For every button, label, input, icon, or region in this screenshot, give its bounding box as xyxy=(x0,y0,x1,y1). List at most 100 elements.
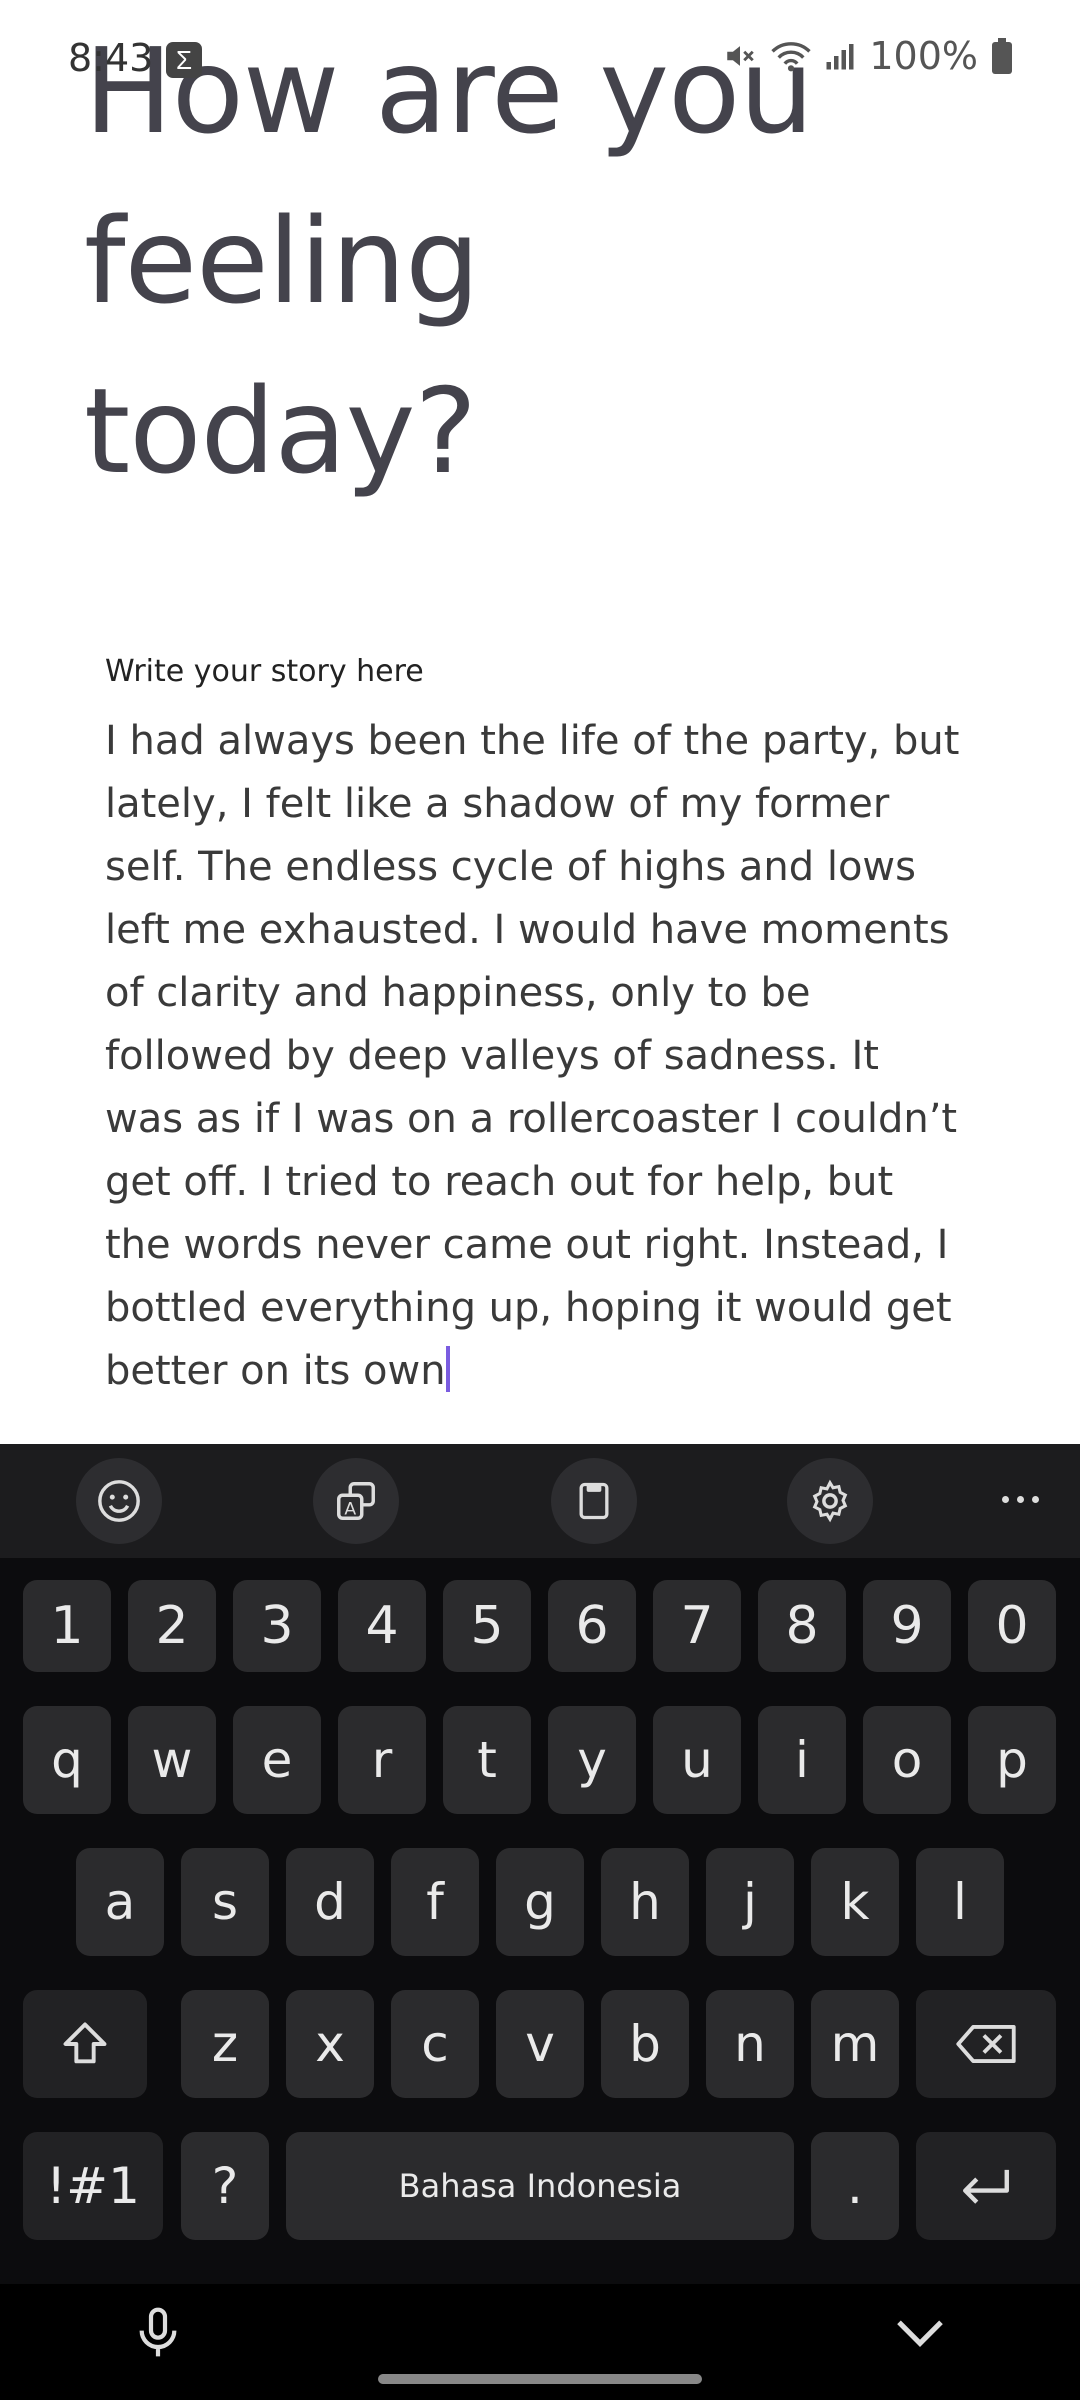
space-key[interactable]: Bahasa Indonesia xyxy=(286,2132,794,2240)
enter-icon xyxy=(963,2169,1009,2204)
key-4[interactable]: 4 xyxy=(338,1580,426,1672)
key-d[interactable]: d xyxy=(286,1848,374,1956)
mute-icon xyxy=(723,39,757,73)
key-u[interactable]: u xyxy=(653,1706,741,1814)
key-i-label: i xyxy=(795,1731,809,1789)
key-0-label: 0 xyxy=(995,1596,1029,1656)
symbols-key-label: !#1 xyxy=(46,2157,140,2215)
key-5-label: 5 xyxy=(470,1596,504,1656)
key-v[interactable]: v xyxy=(496,1990,584,2098)
signal-icon xyxy=(825,41,855,71)
key-b-label: b xyxy=(629,2015,661,2073)
key-r-label: r xyxy=(371,1731,393,1789)
shift-key[interactable] xyxy=(23,1990,147,2098)
hide-keyboard-chevron-down-icon[interactable] xyxy=(892,2314,948,2359)
key-t-label: t xyxy=(477,1731,497,1789)
page-title: How are you feeling today? xyxy=(84,22,814,500)
key-x-label: x xyxy=(315,2015,345,2073)
key-1-label: 1 xyxy=(50,1596,84,1656)
key-4-label: 4 xyxy=(365,1596,399,1656)
key-p-label: p xyxy=(996,1731,1028,1789)
key-2[interactable]: 2 xyxy=(128,1580,216,1672)
shift-icon xyxy=(63,2022,107,2064)
key-8[interactable]: 8 xyxy=(758,1580,846,1672)
key-9-label: 9 xyxy=(890,1596,924,1656)
key-n-label: n xyxy=(734,2015,766,2073)
on-screen-keyboard: A 1 2 3 4 5 6 7 8 9 0 q w e r t y u i o p a s d f g h j k l z x c v b n m !#… xyxy=(0,1444,1080,2400)
key-i[interactable]: i xyxy=(758,1706,846,1814)
key-8-label: 8 xyxy=(785,1596,819,1656)
keyboard-toolbar: A xyxy=(0,1444,1080,1558)
key-j[interactable]: j xyxy=(706,1848,794,1956)
key-g-label: g xyxy=(524,1873,556,1931)
key-j-label: j xyxy=(743,1873,757,1931)
more-icon[interactable] xyxy=(990,1474,1050,1524)
key-o-label: o xyxy=(891,1731,923,1789)
key-b[interactable]: b xyxy=(601,1990,689,2098)
key-k[interactable]: k xyxy=(811,1848,899,1956)
key-9[interactable]: 9 xyxy=(863,1580,951,1672)
status-icons: 100% xyxy=(723,34,1012,78)
key-question-label: ? xyxy=(211,2157,239,2215)
key-t[interactable]: t xyxy=(443,1706,531,1814)
key-c[interactable]: c xyxy=(391,1990,479,2098)
key-3[interactable]: 3 xyxy=(233,1580,321,1672)
key-q[interactable]: q xyxy=(23,1706,111,1814)
home-indicator[interactable] xyxy=(378,2374,702,2384)
battery-icon xyxy=(992,38,1012,74)
backspace-key[interactable] xyxy=(916,1990,1056,2098)
key-question[interactable]: ? xyxy=(181,2132,269,2240)
enter-key[interactable] xyxy=(916,2132,1056,2240)
key-q-label: q xyxy=(51,1731,83,1789)
story-text: I had always been the life of the party,… xyxy=(105,718,973,1394)
story-text-field[interactable]: I had always been the life of the party,… xyxy=(105,710,965,1403)
key-z[interactable]: z xyxy=(181,1990,269,2098)
key-2-label: 2 xyxy=(155,1596,189,1656)
key-y[interactable]: y xyxy=(548,1706,636,1814)
key-7-label: 7 xyxy=(680,1596,714,1656)
emoji-icon[interactable] xyxy=(76,1458,162,1544)
key-g[interactable]: g xyxy=(496,1848,584,1956)
key-f-label: f xyxy=(426,1873,444,1931)
microphone-icon[interactable] xyxy=(130,2304,186,2367)
key-k-label: k xyxy=(840,1873,870,1931)
key-w[interactable]: w xyxy=(128,1706,216,1814)
key-l[interactable]: l xyxy=(916,1848,1004,1956)
key-f[interactable]: f xyxy=(391,1848,479,1956)
wifi-icon xyxy=(771,39,812,73)
key-6-label: 6 xyxy=(575,1596,609,1656)
key-x[interactable]: x xyxy=(286,1990,374,2098)
key-m[interactable]: m xyxy=(811,1990,899,2098)
key-p[interactable]: p xyxy=(968,1706,1056,1814)
key-7[interactable]: 7 xyxy=(653,1580,741,1672)
key-0[interactable]: 0 xyxy=(968,1580,1056,1672)
key-h[interactable]: h xyxy=(601,1848,689,1956)
status-time: 8:43 xyxy=(68,36,154,80)
key-a[interactable]: a xyxy=(76,1848,164,1956)
key-o[interactable]: o xyxy=(863,1706,951,1814)
key-6[interactable]: 6 xyxy=(548,1580,636,1672)
key-e-label: e xyxy=(261,1731,293,1789)
key-s[interactable]: s xyxy=(181,1848,269,1956)
key-c-label: c xyxy=(421,2015,449,2073)
key-y-label: y xyxy=(577,1731,607,1789)
translate-icon[interactable]: A xyxy=(313,1458,399,1544)
battery-level: 100% xyxy=(869,34,978,78)
symbols-key[interactable]: !#1 xyxy=(23,2132,163,2240)
space-key-label: Bahasa Indonesia xyxy=(398,2167,682,2205)
key-z-label: z xyxy=(211,2015,239,2073)
svg-text:A: A xyxy=(344,1499,356,1519)
key-5[interactable]: 5 xyxy=(443,1580,531,1672)
key-1[interactable]: 1 xyxy=(23,1580,111,1672)
key-period-label: . xyxy=(847,2157,863,2215)
key-3-label: 3 xyxy=(260,1596,294,1656)
key-h-label: h xyxy=(629,1873,661,1931)
key-e[interactable]: e xyxy=(233,1706,321,1814)
key-w-label: w xyxy=(151,1731,193,1789)
key-n[interactable]: n xyxy=(706,1990,794,2098)
key-a-label: a xyxy=(104,1873,136,1931)
settings-icon[interactable] xyxy=(787,1458,873,1544)
key-r[interactable]: r xyxy=(338,1706,426,1814)
clipboard-icon[interactable] xyxy=(551,1458,637,1544)
key-period[interactable]: . xyxy=(811,2132,899,2240)
